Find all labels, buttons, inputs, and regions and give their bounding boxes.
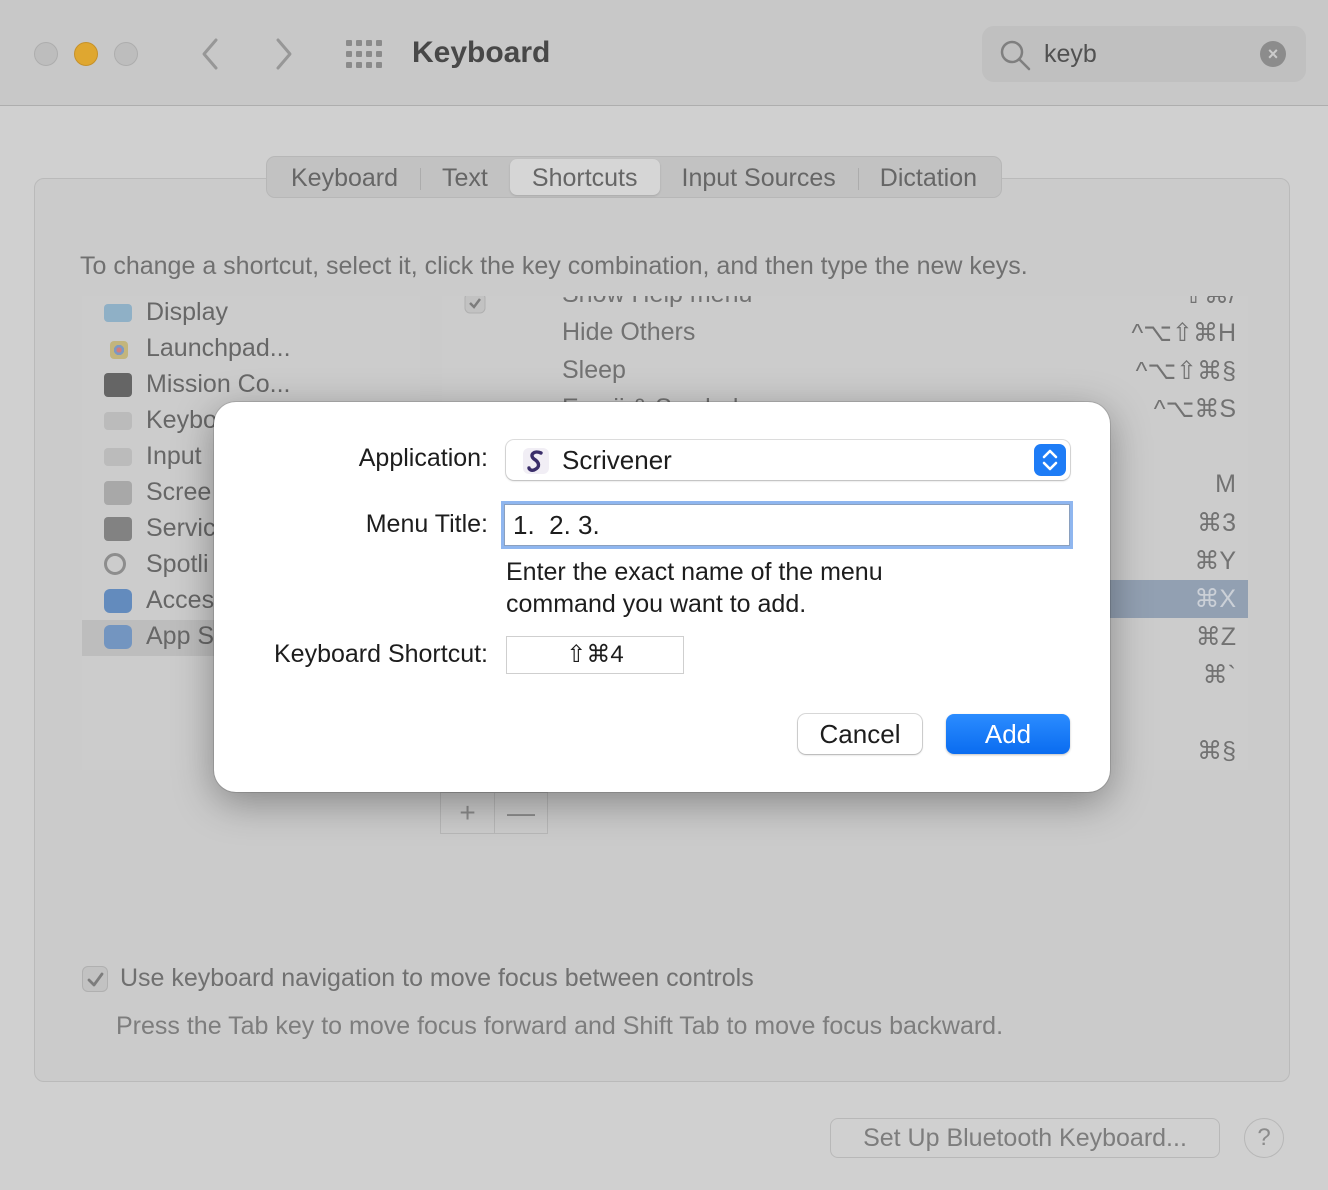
menu-title-input[interactable]	[504, 504, 1070, 546]
cancel-button[interactable]: Cancel	[798, 714, 922, 754]
scrivener-app-icon	[522, 447, 550, 475]
up-down-chevron-icon[interactable]	[1034, 444, 1066, 476]
add-button[interactable]: Add	[946, 714, 1070, 754]
application-popup[interactable]: Scrivener	[506, 440, 1070, 480]
keyboard-shortcut-label: Keyboard Shortcut:	[273, 640, 488, 668]
application-name: Scrivener	[562, 445, 672, 475]
menu-title-help-text: Enter the exact name of the menu command…	[506, 558, 883, 618]
application-label: Application:	[358, 444, 488, 472]
keyboard-shortcut-field[interactable]: ⇧⌘4	[506, 636, 684, 674]
add-app-shortcut-dialog: Application: Scrivener Menu Title: Enter…	[214, 402, 1110, 792]
menu-title-label: Menu Title:	[365, 510, 488, 538]
